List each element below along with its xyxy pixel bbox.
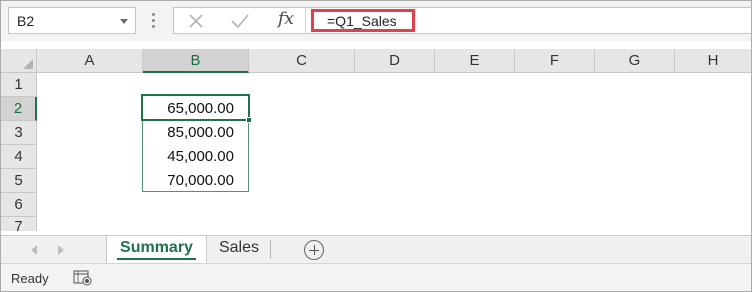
column-header-a[interactable]: A [37,49,143,73]
column-header-g[interactable]: G [595,49,675,73]
sheet-tab-label: Sales [218,239,260,256]
formula-input[interactable]: =Q1_Sales [311,9,415,32]
formula-separator [305,8,306,33]
column-header-f[interactable]: F [515,49,595,73]
formula-text: =Q1_Sales [327,13,397,29]
excel-window: B2 fx =Q1_Sales A B C D E F G H 1 2 3 4 … [0,0,752,292]
column-header-e[interactable]: E [435,49,515,73]
column-header-h[interactable]: H [675,49,751,73]
new-sheet-plus-icon[interactable] [304,240,324,260]
check-icon[interactable] [231,14,249,28]
worksheet-grid: A B C D E F G H 1 2 3 4 5 6 7 65,000.00 … [1,49,751,235]
active-tab-underline [117,258,196,260]
column-header-b[interactable]: B [143,49,249,73]
tab-separator [270,240,271,259]
scroll-tabs-right-icon[interactable] [58,245,64,255]
formula-input-area: fx =Q1_Sales [173,7,751,34]
sheet-tab-summary[interactable]: Summary [106,236,207,263]
row-header-1[interactable]: 1 [1,73,37,97]
column-header-c[interactable]: C [249,49,355,73]
sheet-tab-sales[interactable]: Sales [208,236,270,263]
status-text: Ready [11,271,49,286]
macro-recording-icon[interactable] [73,270,93,286]
column-header-d[interactable]: D [355,49,435,73]
name-box[interactable]: B2 [8,7,136,34]
fill-handle[interactable] [246,117,252,123]
insert-function-icon[interactable]: fx [278,9,294,29]
formula-bar-grip-icon[interactable] [152,13,155,28]
sheet-tab-label: Summary [120,239,193,256]
row-header-7[interactable]: 7 [1,217,37,231]
row-header-5[interactable]: 5 [1,169,37,193]
chevron-down-icon[interactable] [120,19,128,24]
scroll-tabs-left-icon[interactable] [31,245,37,255]
row-header-2[interactable]: 2 [1,97,37,121]
name-box-value: B2 [17,13,35,29]
row-header-6[interactable]: 6 [1,193,37,217]
select-all-button[interactable] [1,49,37,73]
formula-bar: B2 fx =Q1_Sales [1,1,751,41]
status-bar: Ready [1,263,751,291]
select-all-icon [23,59,33,69]
cancel-icon[interactable] [188,14,204,28]
sheet-tab-bar: Summary Sales [1,235,751,263]
row-header-3[interactable]: 3 [1,121,37,145]
row-header-4[interactable]: 4 [1,145,37,169]
active-cell-border [141,94,250,121]
